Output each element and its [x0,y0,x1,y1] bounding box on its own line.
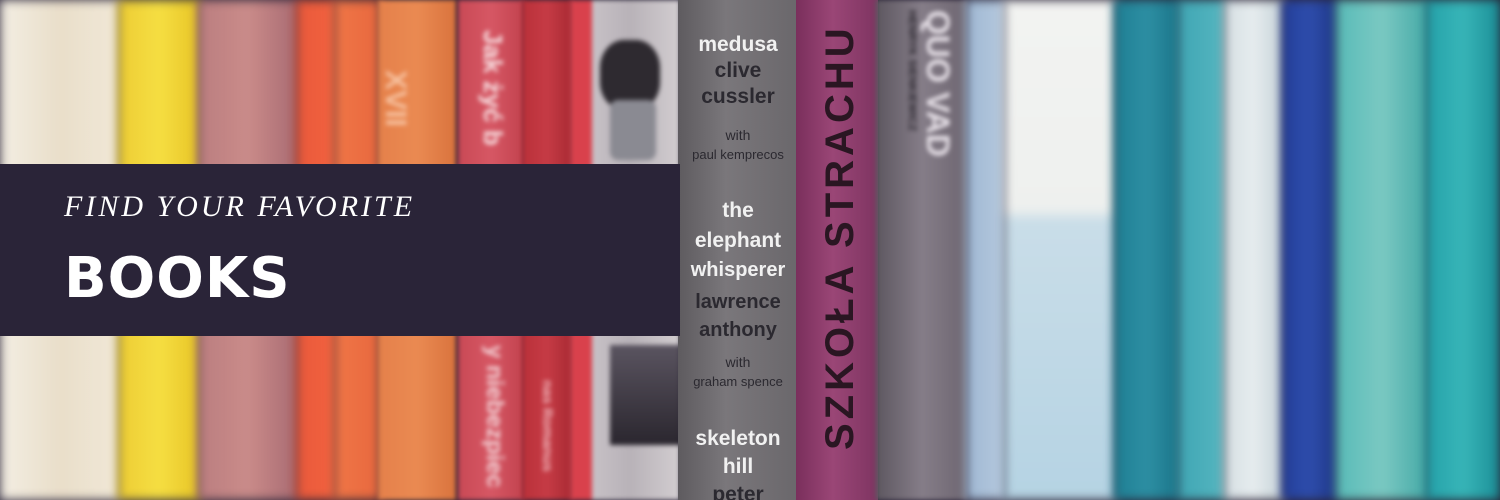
book-line: anthony [699,319,777,341]
book-spine-title: QUO VAD [920,10,956,157]
book-line: lawrence [695,291,781,313]
book-line: skeleton [695,427,781,450]
book-spine-text: y niebezpiec [481,345,508,488]
book-spine [1004,0,1116,500]
banner-tagline: FIND YOUR FAVORITE [64,190,416,223]
book-line: medusa [698,33,778,56]
book-line: peter [712,483,764,500]
book-spine [1224,0,1284,500]
book-spine [966,0,1006,500]
book-spine [1282,0,1338,500]
book-spine [1426,0,1500,500]
book-line: hill [722,455,754,478]
book-line: paul kemprecos [692,147,784,162]
book-spine-text: Jak żyć b [478,30,508,146]
hero-banner: XVII Jak żyć b y niebezpiec nas Romanus … [0,0,1500,500]
book-spine-szkola: SZKOŁA STRACHU [796,0,878,500]
book-spine-text: XVII [379,70,412,127]
banner-title: BOOKS [64,246,291,311]
book-spine [1336,0,1428,500]
book-spine-title: SZKOŁA STRACHU [818,24,862,450]
book-line: with [725,354,751,370]
book-spine-text: nas Romanus [540,380,556,472]
book-line: clive [714,59,762,82]
book-line: whisperer [690,259,786,281]
book-spine-cussler: medusa clive cussler with paul kemprecos… [678,0,798,500]
book-spine-quo: HENRYK SIENKIEWICZ QUO VAD [876,0,968,500]
book-line: cussler [701,85,775,108]
book-line: graham spence [693,374,783,389]
book-spine [1178,0,1226,500]
book-line: with [725,127,751,143]
book-line: elephant [694,229,782,252]
book-line: the [722,199,754,222]
book-spine-author: HENRYK SIENKIEWICZ [906,10,918,132]
book-spine [1114,0,1180,500]
